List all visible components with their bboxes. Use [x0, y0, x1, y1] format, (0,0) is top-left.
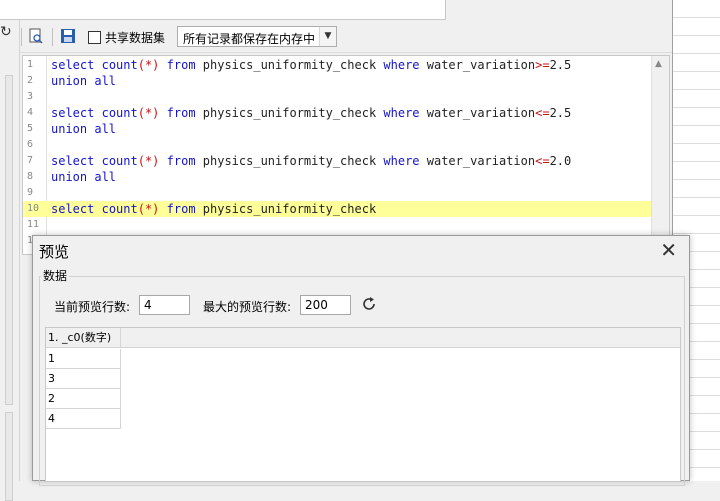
code-line[interactable]: 10 select count(*) from physics_uniformit… — [23, 201, 653, 217]
line-number: 2 — [27, 75, 34, 86]
code-line[interactable]: 4 select count(*) from physics_uniformity… — [23, 105, 653, 121]
chevron-down-icon[interactable]: ▼ — [319, 27, 336, 46]
preview-query-icon[interactable] — [28, 28, 44, 44]
line-number: 3 — [27, 91, 34, 102]
code-text: union all — [51, 122, 117, 136]
max-rows-label: 最大的预览行数: — [203, 300, 292, 314]
close-icon[interactable]: ✕ — [660, 239, 677, 261]
share-dataset-label[interactable]: 共享数据集 — [105, 29, 165, 46]
dialog-title: 预览 — [39, 243, 70, 261]
line-number: 9 — [27, 187, 34, 198]
code-line[interactable]: 3 — [23, 89, 653, 105]
line-number: 6 — [27, 139, 34, 150]
toolbar-separator — [52, 28, 53, 46]
editor-toolbar: 共享数据集 所有记录都保存在内存中 ▼ — [20, 20, 672, 53]
code-line[interactable]: 6 — [23, 137, 653, 153]
code-line[interactable]: 5 union all — [23, 121, 653, 137]
line-number: 7 — [27, 155, 34, 166]
line-number: 4 — [27, 107, 34, 118]
table-row[interactable]: 3 — [46, 369, 121, 389]
code-line[interactable]: 1 select count(*) from physics_uniformity… — [23, 57, 653, 73]
top-panel — [0, 0, 446, 20]
code-text: select count(*) from physics_uniformity_… — [51, 202, 377, 216]
share-dataset-checkbox[interactable] — [88, 31, 101, 44]
table-row[interactable]: 2 — [46, 389, 121, 409]
code-vertical-scrollbar[interactable]: ▲ — [651, 56, 669, 254]
current-rows-input[interactable]: 4 — [139, 295, 190, 315]
left-gutter: ↻ — [0, 20, 20, 501]
memory-mode-value: 所有记录都保存在内存中 — [183, 32, 316, 46]
grid-header: 1. _c0(数字) — [46, 328, 680, 348]
line-number: 5 — [27, 123, 34, 134]
refresh-icon[interactable] — [361, 296, 377, 312]
code-line[interactable]: 11 — [23, 217, 653, 233]
preview-dialog: 预览 ✕ 数据 当前预览行数: 4 最大的预览行数: 200 1. _c0(数字… — [32, 235, 690, 486]
left-scrollbar[interactable] — [5, 75, 13, 405]
save-icon[interactable] — [60, 28, 76, 44]
code-text: select count(*) from physics_uniformity_… — [51, 154, 572, 168]
line-number: 11 — [27, 219, 40, 230]
table-row[interactable]: 1 — [46, 349, 121, 369]
column-header-c0[interactable]: 1. _c0(数字) — [46, 328, 121, 348]
code-text: select count(*) from physics_uniformity_… — [51, 106, 572, 120]
current-rows-label: 当前预览行数: — [54, 300, 131, 314]
code-line[interactable]: 2 union all — [23, 73, 653, 89]
code-text: union all — [51, 170, 117, 184]
sql-code-area[interactable]: 1 select count(*) from physics_uniformity… — [22, 55, 670, 255]
code-line[interactable]: 7 select count(*) from physics_uniformity… — [23, 153, 653, 169]
left-scrollbar-lower[interactable] — [5, 412, 13, 501]
table-row[interactable]: 4 — [46, 409, 121, 429]
max-rows-input[interactable]: 200 — [300, 295, 351, 315]
data-group-label: 数据 — [41, 267, 70, 284]
code-text: select count(*) from physics_uniformity_… — [51, 58, 572, 72]
preview-result-grid[interactable]: 1. _c0(数字) 1324 — [45, 327, 681, 482]
code-line[interactable]: 9 — [23, 185, 653, 201]
line-number: 8 — [27, 171, 34, 182]
refresh-icon[interactable]: ↻ — [0, 24, 12, 40]
code-text: union all — [51, 74, 117, 88]
code-line[interactable]: 8 union all — [23, 169, 653, 185]
line-number: 1 — [27, 59, 34, 70]
scroll-up-icon[interactable]: ▲ — [655, 59, 662, 69]
memory-mode-select[interactable]: 所有记录都保存在内存中 ▼ — [177, 26, 337, 47]
line-number: 10 — [27, 203, 40, 214]
toolbar-separator — [21, 28, 22, 46]
